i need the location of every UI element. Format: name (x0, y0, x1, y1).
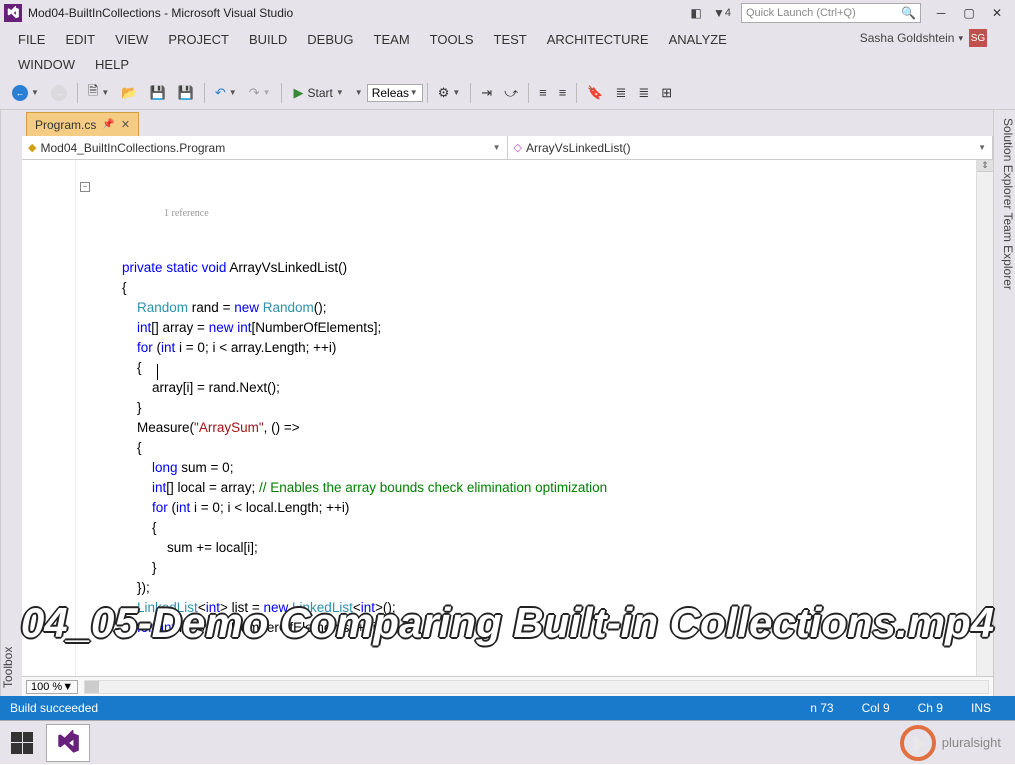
menu-view[interactable]: VIEW (105, 26, 158, 52)
new-project-button[interactable]: 🗎▼ (84, 80, 113, 106)
code-line[interactable]: Random rand = new Random(); (92, 298, 976, 318)
method-icon: ◇ (514, 141, 522, 154)
find-button[interactable]: ⊞ (657, 83, 676, 103)
windows-logo-icon (11, 732, 33, 754)
quick-launch-input[interactable]: Quick Launch (Ctrl+Q) 🔍 (741, 3, 921, 23)
code-line[interactable]: { (92, 358, 976, 378)
save-button[interactable]: 💾 (145, 83, 169, 103)
nav-back-button[interactable]: ←▼ (8, 83, 43, 103)
menu-build[interactable]: BUILD (239, 26, 297, 52)
menu-project[interactable]: PROJECT (158, 26, 239, 52)
code-line[interactable]: int[] array = new int[NumberOfElements]; (92, 318, 976, 338)
vs-logo-icon (4, 4, 22, 22)
menubar: FILEEDITVIEWPROJECTBUILDDEBUGTEAMTOOLSTE… (0, 26, 1015, 76)
menu-team[interactable]: TEAM (364, 26, 420, 52)
code-line[interactable]: }); (92, 578, 976, 598)
pluralsight-logo: pluralsight (900, 725, 1001, 761)
menu-tools[interactable]: TOOLS (420, 26, 484, 52)
vertical-scrollbar[interactable]: ⇕ (976, 160, 993, 676)
minimize-button[interactable]: ─ (931, 5, 951, 21)
editor-footer: 100 %▼ (22, 676, 993, 696)
menu-test[interactable]: TEST (484, 26, 537, 52)
uncomment-button[interactable]: ≣ (634, 83, 653, 103)
code-line[interactable]: sum += local[i]; (92, 538, 976, 558)
open-button[interactable]: 📂 (117, 83, 141, 103)
menu-help[interactable]: HELP (85, 52, 139, 76)
horizontal-scrollbar[interactable] (84, 680, 989, 694)
indent-button[interactable]: ≡ (555, 83, 571, 102)
status-col: Col 9 (862, 701, 890, 715)
redo-button[interactable]: ↷▼ (245, 83, 275, 103)
step-into-button[interactable]: ⇥ (477, 83, 496, 103)
menu-debug[interactable]: DEBUG (297, 26, 363, 52)
suspend-icon[interactable]: ◧ (689, 6, 703, 20)
undo-button[interactable]: ↶▼ (211, 83, 241, 103)
close-button[interactable]: ✕ (987, 5, 1007, 21)
code-gutter (22, 160, 76, 676)
menu-file[interactable]: FILE (8, 26, 55, 52)
menu-edit[interactable]: EDIT (55, 26, 105, 52)
class-selector[interactable]: ◆ Mod04_BuiltInCollections.Program ▼ (22, 136, 508, 159)
titlebar: Mod04-BuiltInCollections - Microsoft Vis… (0, 0, 1015, 26)
code-line[interactable]: { (92, 438, 976, 458)
code-line[interactable]: Measure("ArraySum", () => (92, 418, 976, 438)
code-line[interactable]: int[] local = array; // Enables the arra… (92, 478, 976, 498)
outline-toggle[interactable]: − (80, 182, 90, 192)
flag-icon[interactable]: ▼4 (715, 6, 729, 20)
menu-analyze[interactable]: ANALYZE (659, 26, 737, 52)
outdent-button[interactable]: ≡ (535, 83, 551, 102)
member-selector[interactable]: ◇ ArrayVsLinkedList() ▼ (508, 136, 994, 159)
window-title: Mod04-BuiltInCollections - Microsoft Vis… (28, 6, 293, 20)
build-config-select[interactable]: Releas▼ (367, 84, 423, 102)
code-editor: Program.cs 📌 ✕ ◆ Mod04_BuiltInCollection… (22, 110, 993, 696)
code-line[interactable]: } (92, 558, 976, 578)
nav-fwd-button[interactable]: → (47, 83, 71, 103)
codelens-references[interactable]: 1 reference (92, 204, 976, 218)
toolbar: ←▼ → 🗎▼ 📂 💾 💾 ↶▼ ↷▼ ▶Start▼ ▼ Releas▼ ⚙▼… (0, 76, 1015, 110)
code-line[interactable]: LinkedList<int> list = new LinkedList<in… (92, 598, 976, 618)
code-line[interactable]: private static void ArrayVsLinkedList() (92, 258, 976, 278)
menu-window[interactable]: WINDOW (8, 52, 85, 76)
code-line[interactable]: for (int i = 0; i < NumberOfElements; ++… (92, 618, 976, 638)
start-menu-button[interactable] (0, 721, 44, 765)
user-avatar: SG (969, 29, 987, 47)
maximize-button[interactable]: ▢ (959, 5, 979, 21)
save-all-button[interactable]: 💾 (174, 83, 198, 103)
code-surface[interactable]: − 1 reference private static void ArrayV… (22, 160, 993, 676)
process-button[interactable]: ⚙▼ (434, 83, 465, 103)
split-handle[interactable]: ⇕ (977, 160, 993, 172)
code-line[interactable]: { (92, 518, 976, 538)
step-over-button[interactable]: ⤻ (500, 83, 522, 103)
bookmark-button[interactable]: 🔖 (583, 83, 607, 103)
search-icon: 🔍 (901, 6, 916, 20)
code-line[interactable]: for (int i = 0; i < local.Length; ++i) (92, 498, 976, 518)
pin-icon[interactable]: 📌 (102, 119, 114, 130)
build-status: Build succeeded (10, 701, 98, 715)
code-line[interactable]: { (92, 278, 976, 298)
navigation-bar: ◆ Mod04_BuiltInCollections.Program ▼ ◇ A… (22, 136, 993, 160)
windows-taskbar: pluralsight (0, 720, 1015, 764)
play-icon (900, 725, 936, 761)
zoom-selector[interactable]: 100 %▼ (26, 680, 78, 694)
code-line[interactable]: long sum = 0; (92, 458, 976, 478)
comment-button[interactable]: ≣ (611, 83, 630, 103)
code-line[interactable]: } (92, 398, 976, 418)
status-line: n 73 (810, 701, 833, 715)
toolbox-tab[interactable]: Toolbox (0, 110, 22, 696)
menu-architecture[interactable]: ARCHITECTURE (537, 26, 659, 52)
code-line[interactable]: array[i] = rand.Next(); (92, 378, 976, 398)
taskbar-vs-button[interactable] (46, 724, 90, 762)
class-icon: ◆ (28, 141, 36, 154)
document-tabs: Program.cs 📌 ✕ (22, 110, 993, 136)
file-tab-program[interactable]: Program.cs 📌 ✕ (26, 112, 139, 136)
status-ch: Ch 9 (918, 701, 943, 715)
text-caret (157, 364, 158, 380)
signed-in-user[interactable]: Sasha Goldshtein▾ SG (860, 29, 987, 47)
close-tab-icon[interactable]: ✕ (121, 118, 130, 131)
right-tool-tabs[interactable]: Solution Explorer Team Explorer (993, 110, 1015, 696)
status-ins: INS (971, 701, 991, 715)
statusbar: Build succeeded n 73 Col 9 Ch 9 INS (0, 696, 1015, 720)
start-debug-button[interactable]: ▶Start▼ (288, 83, 350, 103)
code-line[interactable]: for (int i = 0; i < array.Length; ++i) (92, 338, 976, 358)
